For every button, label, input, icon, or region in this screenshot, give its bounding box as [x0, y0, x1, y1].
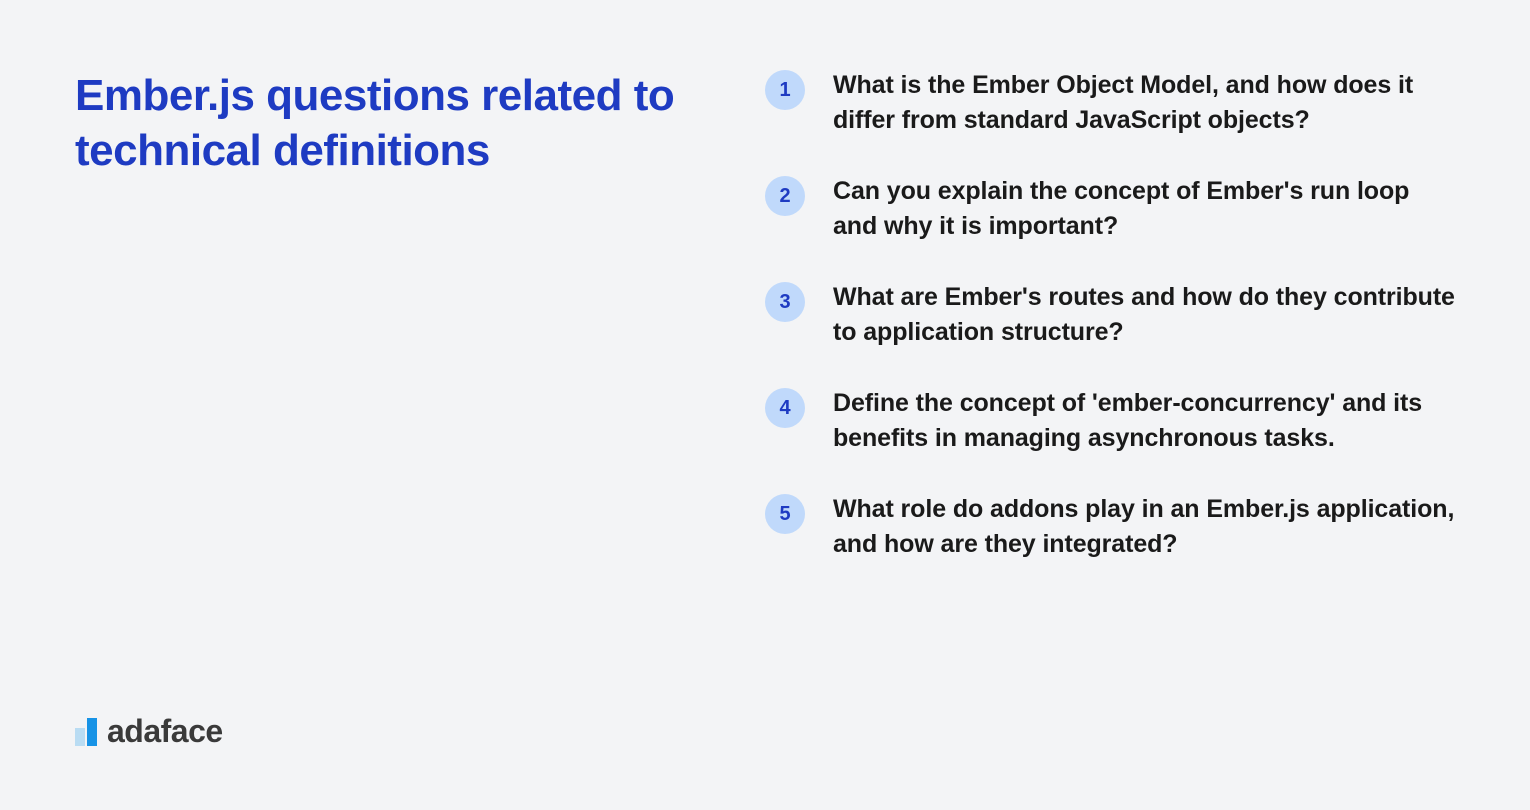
list-item: 2 Can you explain the concept of Ember's…	[765, 174, 1455, 244]
logo-text: adaface	[107, 713, 223, 750]
item-number-badge: 4	[765, 388, 805, 428]
slide-container: Ember.js questions related to technical …	[0, 0, 1530, 810]
bar-chart-icon	[75, 718, 97, 746]
question-text: What role do addons play in an Ember.js …	[833, 492, 1455, 562]
question-text: Define the concept of 'ember-concurrency…	[833, 386, 1455, 456]
question-text: Can you explain the concept of Ember's r…	[833, 174, 1455, 244]
questions-list: 1 What is the Ember Object Model, and ho…	[765, 60, 1455, 770]
item-number-badge: 1	[765, 70, 805, 110]
list-item: 5 What role do addons play in an Ember.j…	[765, 492, 1455, 562]
item-number-badge: 5	[765, 494, 805, 534]
list-item: 4 Define the concept of 'ember-concurren…	[765, 386, 1455, 456]
question-text: What are Ember's routes and how do they …	[833, 280, 1455, 350]
list-item: 3 What are Ember's routes and how do the…	[765, 280, 1455, 350]
item-number-badge: 3	[765, 282, 805, 322]
left-column: Ember.js questions related to technical …	[75, 60, 765, 770]
item-number-badge: 2	[765, 176, 805, 216]
page-title: Ember.js questions related to technical …	[75, 68, 765, 178]
question-text: What is the Ember Object Model, and how …	[833, 68, 1455, 138]
list-item: 1 What is the Ember Object Model, and ho…	[765, 68, 1455, 138]
brand-logo: adaface	[75, 713, 765, 750]
